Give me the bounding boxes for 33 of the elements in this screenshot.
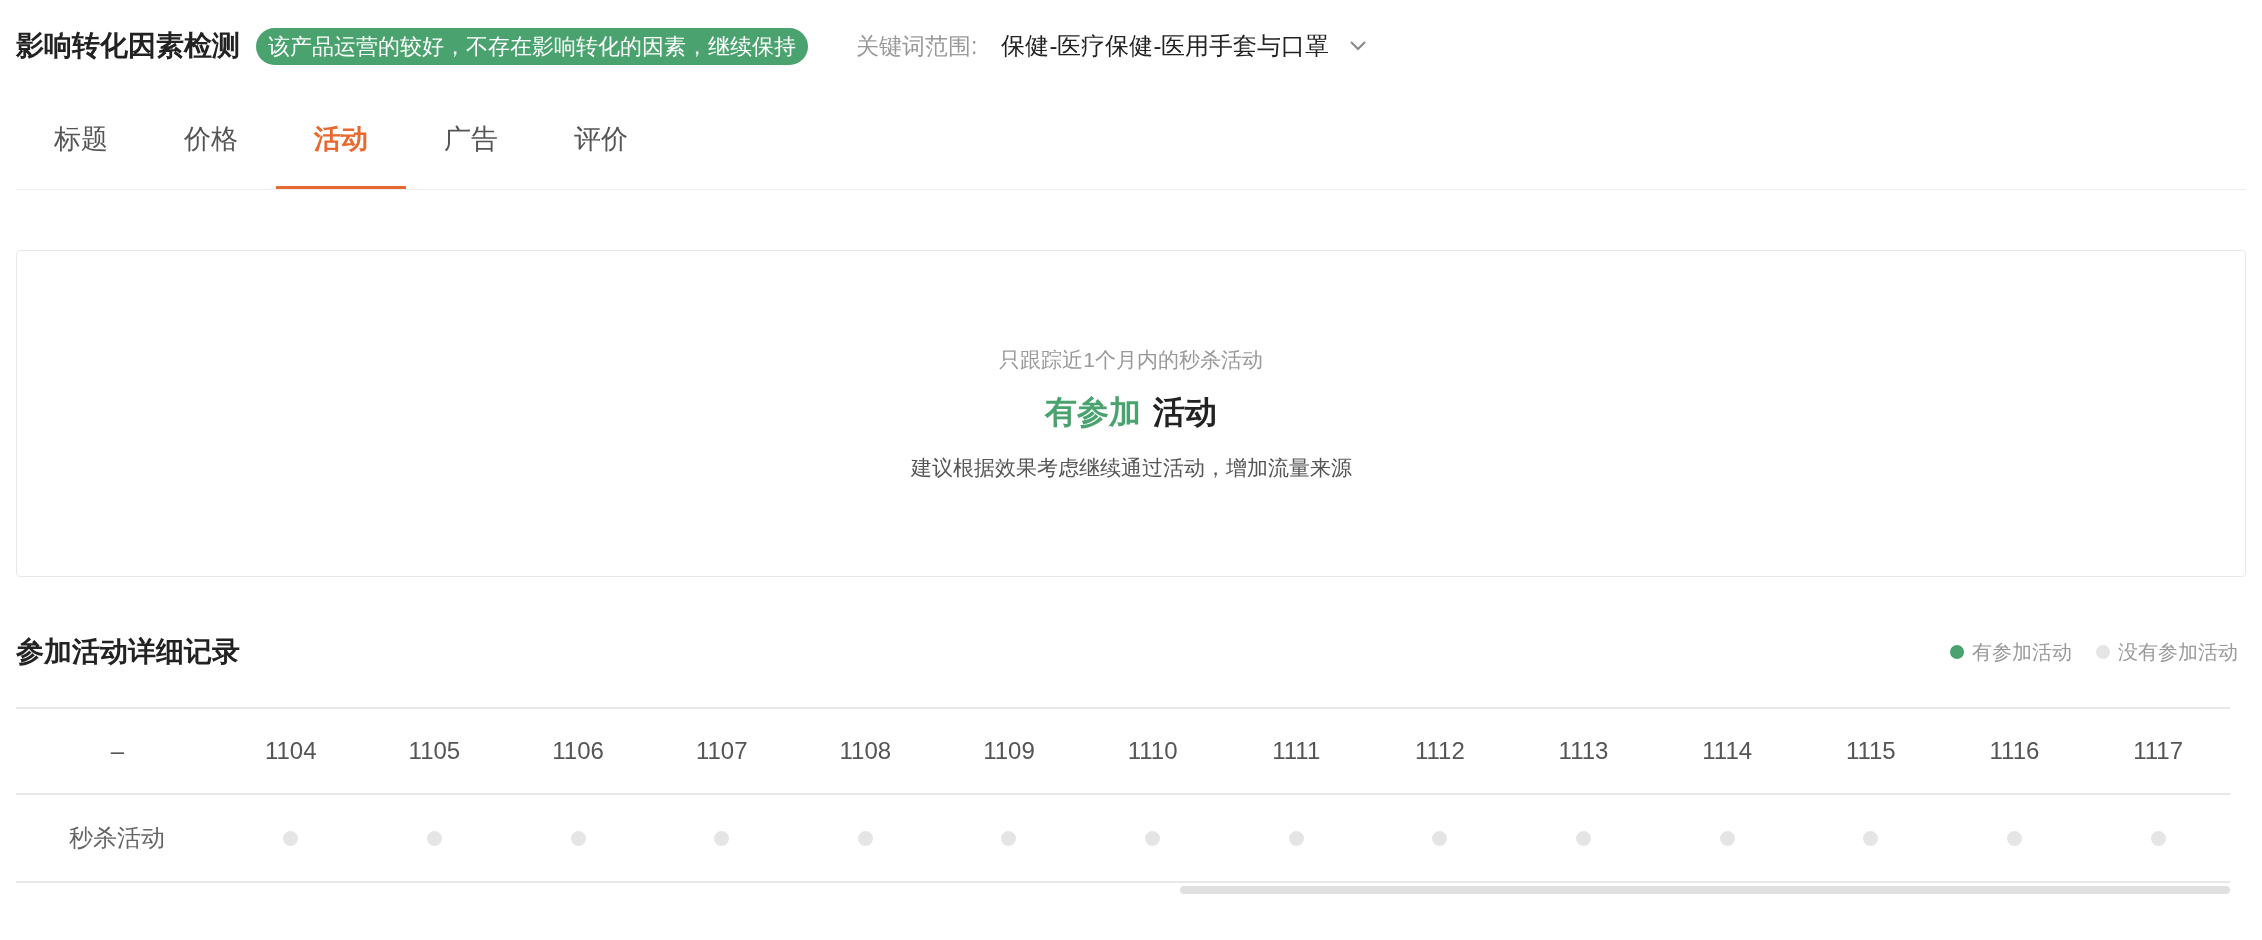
- date-header: 1116: [1988, 736, 2041, 766]
- tab[interactable]: 广告: [406, 92, 536, 189]
- date-header: 1109: [982, 736, 1036, 766]
- keyword-dropdown[interactable]: 保健-医疗保健-医用手套与口罩: [1001, 28, 1368, 64]
- status-badge: 该产品运营的较好，不存在影响转化的因素，继续保持: [256, 27, 808, 65]
- advice-text: 建议根据效果考虑继续通过活动，增加流量来源: [910, 454, 1352, 481]
- tab[interactable]: 标题: [16, 92, 146, 189]
- page-title: 影响转化因素检测: [16, 29, 240, 63]
- tracking-note: 只跟踪近1个月内的秒杀活动: [999, 347, 1263, 373]
- row-label: 秒杀活动: [68, 823, 167, 853]
- corner-cell-text: –: [109, 736, 126, 766]
- keyword-label: 关键词范围:: [856, 31, 978, 61]
- date-header: 1115: [1844, 736, 1897, 766]
- scrollbar-thumb[interactable]: [1180, 886, 2230, 894]
- date-header: 1108: [838, 736, 893, 766]
- status-suffix: 活动: [1153, 392, 1217, 432]
- tab[interactable]: 评价: [536, 92, 666, 189]
- chevron-down-icon: [1349, 40, 1368, 52]
- date-header: 1112: [1413, 736, 1466, 766]
- date-header: 1104: [263, 736, 318, 766]
- date-header: 1106: [551, 736, 605, 766]
- date-header: 1107: [694, 736, 749, 766]
- date-header: 1114: [1701, 736, 1754, 766]
- date-header: 1113: [1557, 736, 1610, 766]
- date-header: 1110: [1126, 736, 1179, 766]
- legend-label: 有参加活动: [1972, 640, 2072, 665]
- tab[interactable]: 价格: [146, 92, 276, 189]
- date-header: 1111: [1271, 736, 1322, 766]
- date-header: 1117: [2132, 736, 2184, 766]
- section-title: 参加活动详细记录: [16, 635, 240, 669]
- status-text: 有参加: [1045, 392, 1141, 432]
- date-header: 1105: [407, 736, 462, 766]
- legend-label: 没有参加活动: [2118, 640, 2238, 665]
